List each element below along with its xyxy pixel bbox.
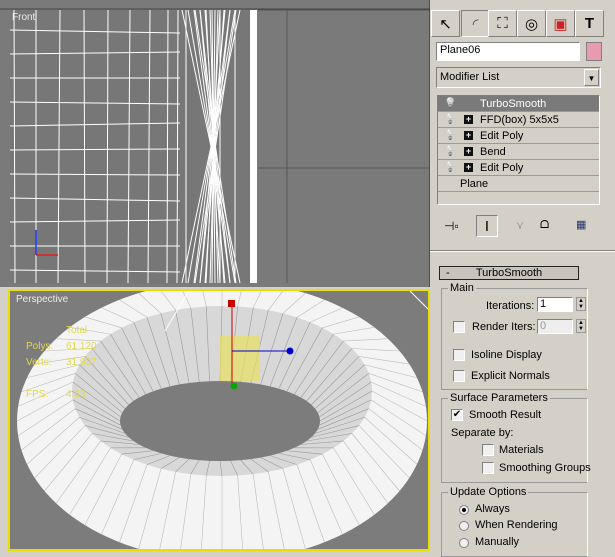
object-name-field[interactable]: Plane06 [436,42,580,61]
iterations-input[interactable]: 1 [537,297,573,312]
rollout-title: TurboSmooth [476,267,542,279]
perspective-viewport[interactable]: Perspective Total Polys: 61 120 Verts: 3… [8,289,430,551]
expand-icon[interactable]: + [464,115,473,124]
front-viewport[interactable]: Front [0,0,430,287]
collapse-icon: - [446,267,450,279]
modify-tab[interactable]: ◜ [461,10,490,37]
smoothing-groups-label: Smoothing Groups [499,462,591,474]
stack-item-label: Plane [460,178,488,190]
group-title: Main [448,282,476,294]
show-end-result-icon[interactable]: Ⅰ [476,215,498,237]
group-title: Surface Parameters [448,392,550,404]
stack-item-label: Bend [480,146,506,158]
when-rendering-radio[interactable] [459,521,469,531]
isoline-label: Isoline Display [471,349,542,361]
mesh-edge [250,10,257,283]
lightbulb-icon[interactable]: 💡 [444,130,456,141]
verts-value: 31 937 [66,357,97,368]
create-icon: ↖ [439,15,452,33]
stack-toolbar: ⊣▫ Ⅰ ⋎ ᗝ ▦ [438,215,603,239]
render-iters-spinner[interactable]: ▲▼ [576,319,586,333]
fps-label: FPS: [26,389,48,400]
materials-checkbox[interactable] [482,444,494,456]
group-title: Update Options [448,486,528,498]
display-icon: ▣ [553,15,567,33]
configure-sets-icon[interactable]: ▦ [576,218,586,231]
gizmo-handle[interactable] [287,348,294,355]
stack-item[interactable]: 💡 TurboSmooth [438,96,599,112]
expand-icon[interactable]: + [464,131,473,140]
axis-gizmo-icon [30,220,60,260]
manually-label: Manually [475,536,519,548]
stack-item[interactable]: 💡 + FFD(box) 5x5x5 [438,112,599,128]
polys-value: 61 120 [66,341,97,352]
fps-value: 4.63 [66,389,85,400]
display-tab[interactable]: ▣ [546,10,575,37]
front-wireframe [0,0,430,287]
iterations-label: Iterations: [486,300,534,312]
verts-label: Verts: [26,357,52,368]
hierarchy-icon: ⛶ [497,15,508,32]
smooth-result-label: Smooth Result [469,409,541,421]
turbosmooth-rollout-header[interactable]: - TurboSmooth [439,266,579,280]
stack-item[interactable]: 💡 + Bend [438,144,599,160]
smooth-result-checkbox[interactable]: ✔ [451,409,463,421]
wire-edge [410,291,430,311]
gizmo-handle[interactable] [228,300,235,307]
utilities-icon: T [585,15,594,32]
smoothing-groups-checkbox[interactable] [482,462,494,474]
hierarchy-tab[interactable]: ⛶ [488,10,517,37]
stack-item-label: Edit Poly [480,130,523,142]
render-iters-label: Render Iters: [472,321,536,333]
tire-hole [120,381,320,461]
explicit-normals-label: Explicit Normals [471,370,550,382]
modify-icon: ◜ [473,15,479,33]
remove-modifier-icon[interactable]: ᗝ [540,219,549,232]
polys-label: Polys: [26,341,53,352]
stack-item-label: Edit Poly [480,162,523,174]
render-iters-checkbox[interactable] [453,321,465,333]
gizmo-handle[interactable] [231,383,238,390]
motion-tab[interactable]: ◎ [517,10,546,37]
lightbulb-icon[interactable]: 💡 [444,98,456,109]
chevron-down-icon[interactable]: ▼ [584,69,599,86]
selection-gizmo [220,336,260,381]
stack-item[interactable]: 💡 + Edit Poly [438,160,599,176]
when-rendering-label: When Rendering [475,519,558,531]
divider [430,250,615,252]
motion-icon: ◎ [525,15,538,33]
explicit-normals-checkbox[interactable] [453,370,465,382]
stack-item-label: TurboSmooth [480,98,546,110]
stack-item[interactable]: 💡 + Edit Poly [438,128,599,144]
expand-icon[interactable]: + [464,163,473,172]
materials-label: Materials [499,444,544,456]
stack-item[interactable]: Plane [438,176,599,192]
always-label: Always [475,503,510,515]
lightbulb-icon[interactable]: 💡 [444,114,456,125]
pin-stack-icon[interactable]: ⊣▫ [444,219,459,233]
manually-radio[interactable] [459,538,469,548]
lightbulb-icon[interactable]: 💡 [444,162,456,173]
stack-item-label: FFD(box) 5x5x5 [480,114,559,126]
render-iters-input[interactable]: 0 [537,319,573,334]
isoline-checkbox[interactable] [453,349,465,361]
modifier-stack: 💡TurboSmooth💡+FFD(box) 5x5x5💡+Edit Poly💡… [437,95,600,205]
make-unique-icon[interactable]: ⋎ [516,219,524,232]
expand-icon[interactable]: + [464,147,473,156]
modifier-list-label: Modifier List [440,71,499,83]
create-tab[interactable]: ↖ [431,10,460,37]
object-color-swatch[interactable] [586,42,602,61]
iterations-spinner[interactable]: ▲▼ [576,297,586,311]
separate-by-label: Separate by: [451,427,513,439]
stats-header: Total [66,325,87,336]
lightbulb-icon[interactable]: 💡 [444,146,456,157]
utilities-tab[interactable]: T [575,10,604,37]
always-radio[interactable] [459,505,469,515]
modifier-list-dropdown[interactable]: Modifier List ▼ [436,67,601,88]
viewport-label[interactable]: Front [12,12,35,23]
viewport-label[interactable]: Perspective [16,294,68,305]
